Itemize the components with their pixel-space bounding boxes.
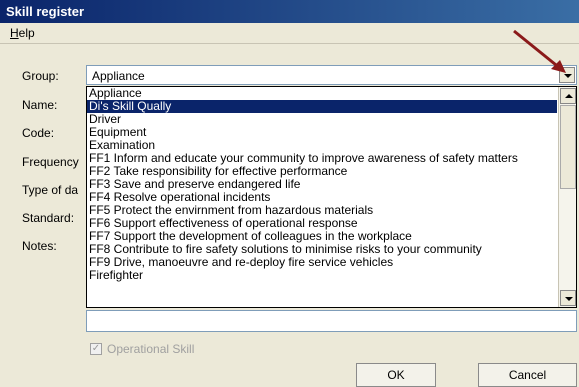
red-arrow-icon <box>513 29 566 73</box>
